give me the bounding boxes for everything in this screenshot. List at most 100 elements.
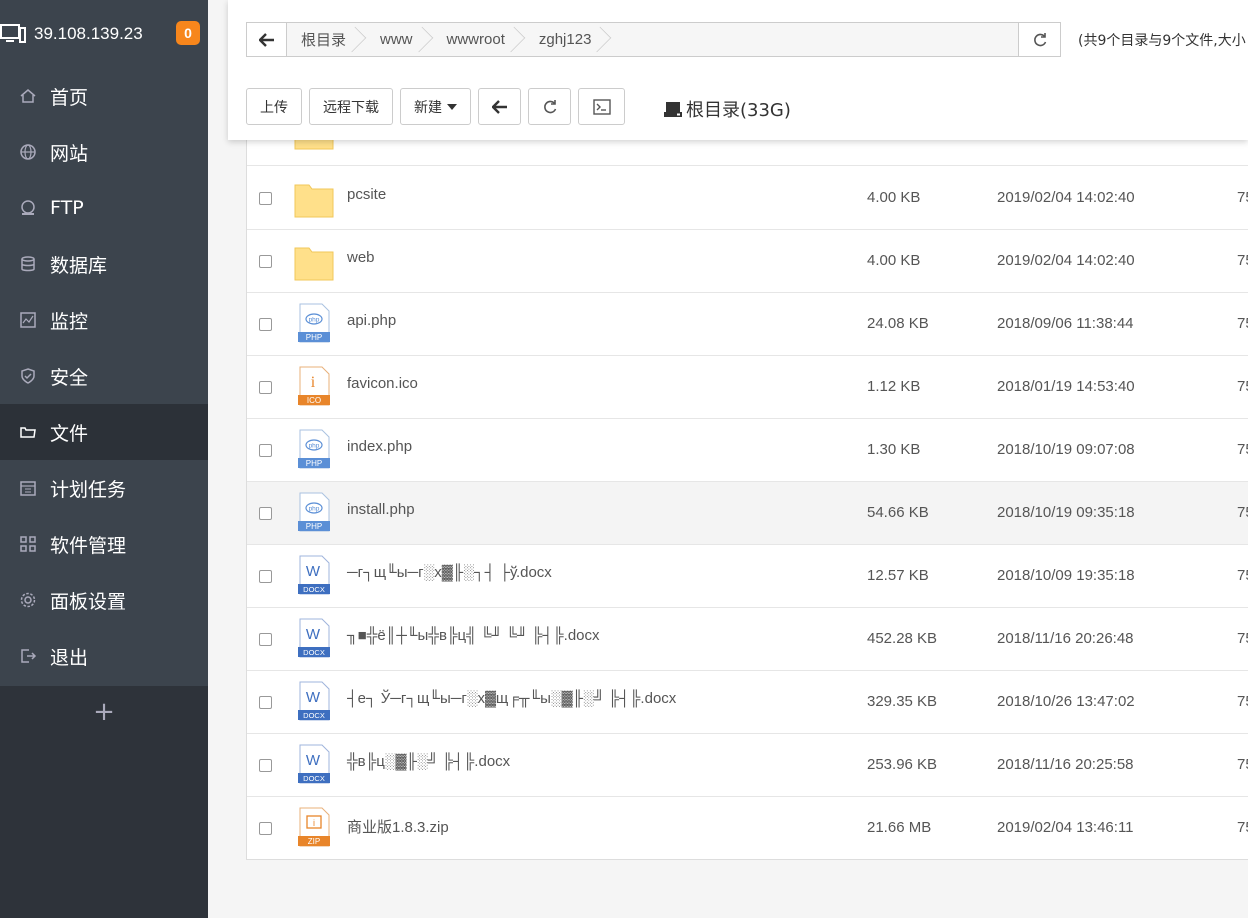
file-name[interactable]: web xyxy=(347,249,375,266)
table-row[interactable]: php PHP api.php 24.08 KB 2018/09/06 11:38:44… xyxy=(247,293,1248,356)
breadcrumb-www[interactable]: www xyxy=(366,23,433,56)
file-name[interactable]: install.php xyxy=(347,501,415,518)
new-dropdown-button[interactable]: 新建 xyxy=(400,88,471,125)
monitor-chart-icon xyxy=(18,310,38,330)
breadcrumb-wwwroot[interactable]: wwwroot xyxy=(433,23,525,56)
row-checkbox[interactable] xyxy=(259,759,272,772)
file-permission: 75 xyxy=(1237,189,1248,206)
row-checkbox[interactable] xyxy=(259,507,272,520)
folder-icon xyxy=(294,184,334,218)
file-modified-time: 2018/09/06 11:38:44 xyxy=(997,315,1134,332)
file-size: 452.28 KB xyxy=(867,630,938,647)
sidebar-item-software[interactable]: 软件管理 xyxy=(0,516,208,572)
php-file-icon: php PHP xyxy=(298,492,330,532)
file-name[interactable]: ┤е┐ Ў─г┐щ╙ы─г░х▓щ╒╥╙ы░▓╟░╝ ╠┤╠.docx xyxy=(347,690,676,707)
disk-selector[interactable]: 根目录(33G) xyxy=(664,96,791,122)
row-checkbox[interactable] xyxy=(259,444,272,457)
table-row[interactable]: pcsite 4.00 KB 2019/02/04 14:02:40 75 xyxy=(247,167,1248,230)
sidebar-item-cron[interactable]: 计划任务 xyxy=(0,460,208,516)
row-checkbox[interactable] xyxy=(259,570,272,583)
row-checkbox[interactable] xyxy=(259,318,272,331)
file-name[interactable]: ╬в╠ц░▓╟░╝ ╠┤╠.docx xyxy=(347,753,510,770)
remote-download-button[interactable]: 远程下载 xyxy=(309,88,393,125)
file-modified-time: 2018/10/09 19:35:18 xyxy=(997,567,1135,584)
sidebar-item-label: 文件 xyxy=(50,422,89,445)
docx-file-icon: W DOCX xyxy=(298,618,330,658)
path-refresh-button[interactable] xyxy=(1018,23,1060,56)
sidebar-item-label: 退出 xyxy=(50,646,89,669)
svg-text:DOCX: DOCX xyxy=(303,711,325,720)
logout-icon xyxy=(18,646,38,666)
upload-button[interactable]: 上传 xyxy=(246,88,302,125)
file-name[interactable]: index.php xyxy=(347,438,412,455)
database-icon xyxy=(18,254,38,274)
table-row[interactable]: php PHP index.php 1.30 KB 2018/10/19 09:07:0… xyxy=(247,419,1248,482)
table-row[interactable]: W DOCX ╖■╬ё║┼╙ы╬в╠ц╣ ╚╜ ╚╜ ╠┤╠.docx 452.28 … xyxy=(247,608,1248,671)
row-checkbox[interactable] xyxy=(259,255,272,268)
file-permission: 75 xyxy=(1237,819,1248,836)
sidebar-item-settings[interactable]: 面板设置 xyxy=(0,572,208,628)
sidebar-item-website[interactable]: 网站 xyxy=(0,124,208,180)
folder-icon xyxy=(294,140,334,150)
sidebar-item-home[interactable]: 首页 xyxy=(0,68,208,124)
terminal-button[interactable] xyxy=(578,88,625,125)
file-permission: 75 xyxy=(1237,252,1248,269)
file-permission: 75 xyxy=(1237,630,1248,647)
file-name[interactable]: 商业版1.8.3.zip xyxy=(347,816,449,837)
caret-down-icon xyxy=(447,103,457,110)
file-permission: 75 xyxy=(1237,378,1248,395)
file-name[interactable]: api.php xyxy=(347,312,396,329)
table-row[interactable]: web 4.00 KB 2019/02/04 14:02:40 75 xyxy=(247,230,1248,293)
row-checkbox[interactable] xyxy=(259,822,272,835)
path-back-button[interactable] xyxy=(247,23,287,56)
file-name[interactable]: favicon.ico xyxy=(347,375,418,392)
table-row[interactable]: php PHP install.php 54.66 KB 2018/10/19 09:3… xyxy=(247,482,1248,545)
sidebar-item-label: 监控 xyxy=(50,310,89,333)
row-checkbox[interactable] xyxy=(259,633,272,646)
table-row[interactable]: W DOCX ─г┐щ╙ы─г░х▓╟░┐┤ ├ў.docx 12.57 KB 2018… xyxy=(247,545,1248,608)
file-modified-time: 2018/11/16 20:25:58 xyxy=(997,756,1134,773)
sidebar-header: 39.108.139.23 0 xyxy=(0,0,208,68)
table-row[interactable]: i ZIP 商业版1.8.3.zip 21.66 MB 2019/02/04 13:46… xyxy=(247,797,1248,859)
row-checkbox[interactable] xyxy=(259,381,272,394)
row-checkbox[interactable] xyxy=(259,696,272,709)
sidebar-item-ftp[interactable]: FTP xyxy=(0,180,208,236)
directory-summary: (共9个目录与9个文件,大小 xyxy=(1078,33,1246,49)
sidebar-item-label: 网站 xyxy=(50,142,89,165)
table-row[interactable]: W DOCX ╬в╠ц░▓╟░╝ ╠┤╠.docx 253.96 KB 2018/11/… xyxy=(247,734,1248,797)
add-shortcut-button[interactable]: + xyxy=(0,686,208,738)
refresh-button[interactable] xyxy=(528,88,571,125)
breadcrumb-zghj123[interactable]: zghj123 xyxy=(525,23,612,56)
file-modified-time: 2019/02/04 13:46:11 xyxy=(997,819,1134,836)
file-name[interactable]: ─г┐щ╙ы─г░х▓╟░┐┤ ├ў.docx xyxy=(347,564,552,581)
sidebar-item-logout[interactable]: 退出 xyxy=(0,628,208,684)
table-row[interactable]: i ICO favicon.ico 1.12 KB 2018/01/19 14:53:4… xyxy=(247,356,1248,419)
sidebar-item-label: 计划任务 xyxy=(50,478,127,501)
sidebar-item-security[interactable]: 安全 xyxy=(0,348,208,404)
table-row[interactable]: W DOCX ┤е┐ Ў─г┐щ╙ы─г░х▓щ╒╥╙ы░▓╟░╝ ╠┤╠.docx… xyxy=(247,671,1248,734)
sidebar-item-database[interactable]: 数据库 xyxy=(0,236,208,292)
table-row[interactable] xyxy=(247,140,1248,166)
php-file-icon: php PHP xyxy=(298,429,330,469)
file-permission: 75 xyxy=(1237,504,1248,521)
row-checkbox[interactable] xyxy=(259,192,272,205)
breadcrumb-root[interactable]: 根目录 xyxy=(287,23,366,56)
file-permission: 75 xyxy=(1237,756,1248,773)
sidebar-item-label: FTP xyxy=(50,197,84,219)
file-name[interactable]: ╖■╬ё║┼╙ы╬в╠ц╣ ╚╜ ╚╜ ╠┤╠.docx xyxy=(347,627,600,644)
file-name[interactable]: pcsite xyxy=(347,186,386,203)
sidebar-item-files[interactable]: 文件 xyxy=(0,404,208,460)
path-bar: 根目录 www wwwroot zghj123 xyxy=(246,22,1061,57)
sidebar-item-monitor[interactable]: 监控 xyxy=(0,292,208,348)
svg-text:W: W xyxy=(306,626,321,643)
sidebar-footer: + xyxy=(0,686,208,918)
back-button[interactable] xyxy=(478,88,521,125)
notification-badge[interactable]: 0 xyxy=(176,21,200,45)
terminal-icon xyxy=(592,98,611,115)
svg-text:W: W xyxy=(306,563,321,580)
arrow-left-icon xyxy=(491,99,507,114)
new-button-label: 新建 xyxy=(414,99,442,116)
svg-text:i: i xyxy=(313,818,315,828)
sidebar-item-label: 数据库 xyxy=(50,254,108,277)
server-ip: 39.108.139.23 xyxy=(34,24,143,43)
